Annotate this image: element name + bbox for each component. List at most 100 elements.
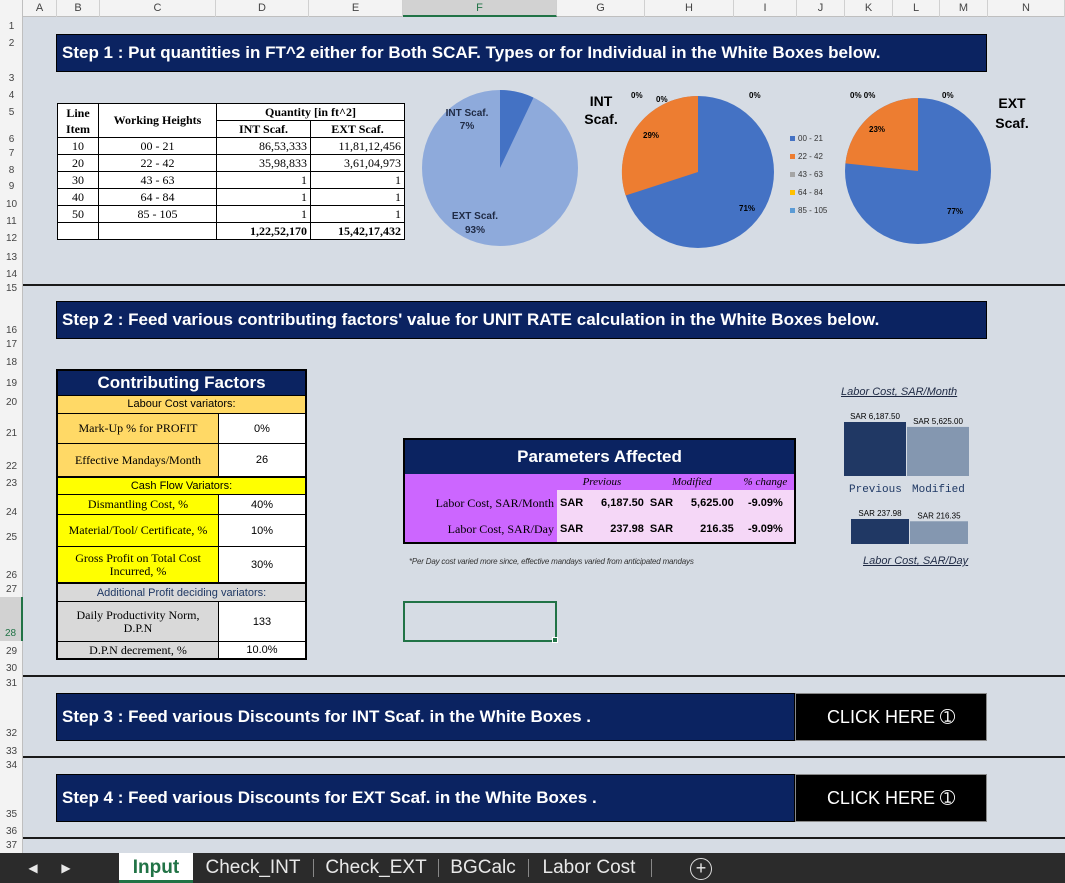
row-header-3[interactable]: 3 [0,51,23,86]
int-qty-input[interactable]: 35,98,833 [216,154,311,172]
cf-material-input[interactable]: 10% [218,515,305,546]
int-qty-input[interactable]: 86,53,333 [216,137,311,155]
scroll-left-icon[interactable]: ◀ [22,853,44,883]
row-header-19[interactable]: 19 [0,370,23,391]
table-row: 40 64 - 84 1 1 [57,188,405,206]
selected-cell[interactable] [403,601,557,642]
row-header-34[interactable]: 34 [0,759,23,773]
ext-pie-title-line1: EXT [998,95,1026,111]
legend-item: 64 - 84 [790,183,827,201]
row-header-27[interactable]: 27 [0,583,23,597]
row-header-32[interactable]: 32 [0,691,23,741]
row-header-24[interactable]: 24 [0,491,23,520]
row-header-12[interactable]: 12 [0,229,23,246]
row-header-17[interactable]: 17 [0,338,23,352]
row-header-21[interactable]: 21 [0,410,23,441]
int-qty-input[interactable]: 1 [216,171,311,189]
fill-handle[interactable] [552,637,558,643]
column-header-g[interactable]: G [557,0,645,17]
tab-labor-cost[interactable]: Labor Cost [532,853,646,883]
bar-value-label: SAR 5,625.00 [913,417,963,426]
row-header-35[interactable]: 35 [0,773,23,822]
cf-dpn-input[interactable]: 133 [218,602,305,641]
row-header-1[interactable]: 1 [0,17,23,34]
row-header-7[interactable]: 7 [0,147,23,160]
row-header-33[interactable]: 33 [0,741,23,759]
row-header-29[interactable]: 29 [0,641,23,659]
int-label-71: 71% [739,204,755,213]
cf-dpn-decrement-input[interactable]: 10.0% [218,642,305,658]
row-header-14[interactable]: 14 [0,265,23,282]
row-header-10[interactable]: 10 [0,194,23,212]
column-header-b[interactable]: B [57,0,100,17]
select-all-corner[interactable] [0,0,23,17]
column-header-c[interactable]: C [100,0,216,17]
bar-modified [907,426,969,476]
row-header-9[interactable]: 9 [0,178,23,194]
int-pie-chart: 0% 0% 0% 29% 71% [621,91,774,248]
ext-qty-input[interactable]: 1 [310,205,405,223]
column-header-a[interactable]: A [23,0,57,17]
row-header-5[interactable]: 5 [0,103,23,120]
step4-click-here-button[interactable]: CLICK HERE ➀ [795,774,987,822]
row-header-16[interactable]: 16 [0,292,23,338]
params-note: *Per Day cost varied more since, effecti… [409,557,694,566]
row-header-25[interactable]: 25 [0,520,23,545]
params-row-label: Labor Cost, SAR/Day [405,516,557,542]
column-header-f[interactable]: F [403,0,557,17]
column-header-l[interactable]: L [893,0,940,17]
params-row: Labor Cost, SAR/Day SAR 237.98 SAR 216.35 -9.… [405,516,794,542]
column-header-n[interactable]: N [988,0,1065,17]
tab-check-ext[interactable]: Check_EXT [317,853,435,883]
cf-row-dpn: Daily Productivity Norm, D.P.N 133 [58,601,305,641]
column-header-j[interactable]: J [797,0,845,17]
row-header-23[interactable]: 23 [0,474,23,491]
ext-qty-input[interactable]: 1 [310,188,405,206]
int-pie-title-line1: INT [589,93,613,109]
row-header-31[interactable]: 31 [0,676,23,691]
int-qty-input[interactable]: 1 [216,188,311,206]
step3-click-here-button[interactable]: CLICK HERE ➀ [795,693,987,741]
row-header-2[interactable]: 2 [0,34,23,51]
section-divider [23,756,1065,758]
tab-input[interactable]: Input [119,853,193,883]
bar-modified [910,521,968,544]
row-header-37[interactable]: 37 [0,839,23,853]
column-header-e[interactable]: E [309,0,403,17]
ext-qty-input[interactable]: 11,81,12,456 [310,137,405,155]
params-previous-value: 237.98 [590,516,647,542]
tab-bgcalc[interactable]: BGCalc [442,853,524,883]
row-header-22[interactable]: 22 [0,441,23,474]
cf-markup-input[interactable]: 0% [218,414,305,443]
row-header-26[interactable]: 26 [0,545,23,583]
row-header-11[interactable]: 11 [0,212,23,229]
row-header-15[interactable]: 15 [0,282,23,294]
cf-mandays-input[interactable]: 26 [218,444,305,476]
column-header-k[interactable]: K [845,0,893,17]
quantity-table: Line Item Working Heights Quantity [in f… [57,103,405,240]
column-header-h[interactable]: H [645,0,734,17]
column-header-m[interactable]: M [940,0,988,17]
cf-dismantling-input[interactable]: 40% [218,495,305,514]
column-header-d[interactable]: D [216,0,309,17]
row-header-8[interactable]: 8 [0,160,23,178]
row-header-28[interactable]: 28 [0,597,23,641]
row-header-6[interactable]: 6 [0,120,23,147]
legend-label: 43 - 63 [798,169,823,179]
tab-check-int[interactable]: Check_INT [196,853,310,883]
ext-qty-input[interactable]: 1 [310,171,405,189]
row-header-4[interactable]: 4 [0,86,23,103]
ext-qty-input[interactable]: 3,61,04,973 [310,154,405,172]
int-label-0b: 0% [656,95,668,104]
row-header-18[interactable]: 18 [0,352,23,370]
row-header-13[interactable]: 13 [0,246,23,265]
row-header-20[interactable]: 20 [0,391,23,410]
params-change-value: -9.09% [736,516,794,542]
scroll-right-icon[interactable]: ▶ [55,853,77,883]
add-sheet-button[interactable]: + [690,858,712,880]
int-qty-input[interactable]: 1 [216,205,311,223]
row-header-36[interactable]: 36 [0,822,23,839]
cf-gross-input[interactable]: 30% [218,547,305,582]
column-header-i[interactable]: I [734,0,797,17]
row-header-30[interactable]: 30 [0,659,23,676]
